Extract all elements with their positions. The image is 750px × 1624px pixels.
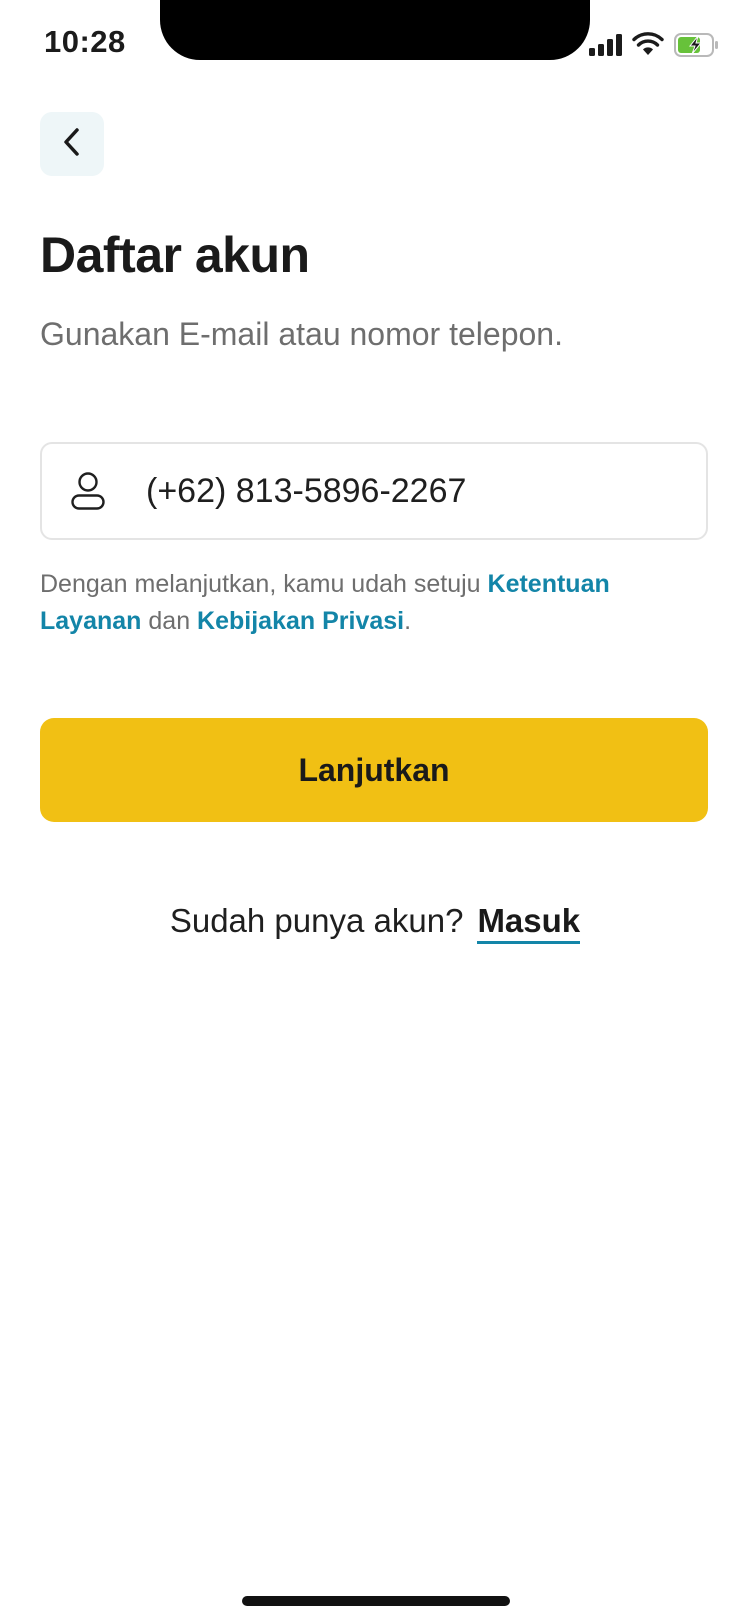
status-bar: 10:28 bbox=[0, 0, 750, 90]
terms-suffix: . bbox=[404, 607, 412, 635]
signal-icon bbox=[589, 34, 623, 61]
login-link[interactable]: Masuk bbox=[477, 902, 581, 944]
chevron-left-icon bbox=[60, 126, 84, 163]
phone-email-field[interactable] bbox=[40, 442, 708, 540]
wifi-icon bbox=[632, 32, 664, 61]
back-button[interactable] bbox=[40, 112, 104, 176]
login-row: Sudah punya akun? Masuk bbox=[0, 902, 750, 944]
status-time: 10:28 bbox=[44, 24, 126, 59]
login-prompt: Sudah punya akun? bbox=[169, 902, 464, 939]
page-title: Daftar akun bbox=[40, 227, 310, 283]
page-subtitle: Gunakan E-mail atau nomor telepon. bbox=[40, 316, 563, 352]
privacy-policy-link[interactable]: Kebijakan Privasi bbox=[197, 607, 404, 635]
phone-input[interactable] bbox=[146, 444, 686, 538]
terms-prefix: Dengan melanjutkan, kamu udah setuju bbox=[40, 570, 488, 598]
device-notch bbox=[160, 0, 590, 60]
user-icon bbox=[70, 471, 106, 516]
battery-icon bbox=[674, 33, 720, 62]
home-indicator[interactable] bbox=[242, 1596, 510, 1606]
terms-connector: dan bbox=[141, 607, 198, 635]
continue-button[interactable]: Lanjutkan bbox=[40, 718, 708, 822]
terms-text: Dengan melanjutkan, kamu udah setuju Ket… bbox=[40, 566, 708, 640]
